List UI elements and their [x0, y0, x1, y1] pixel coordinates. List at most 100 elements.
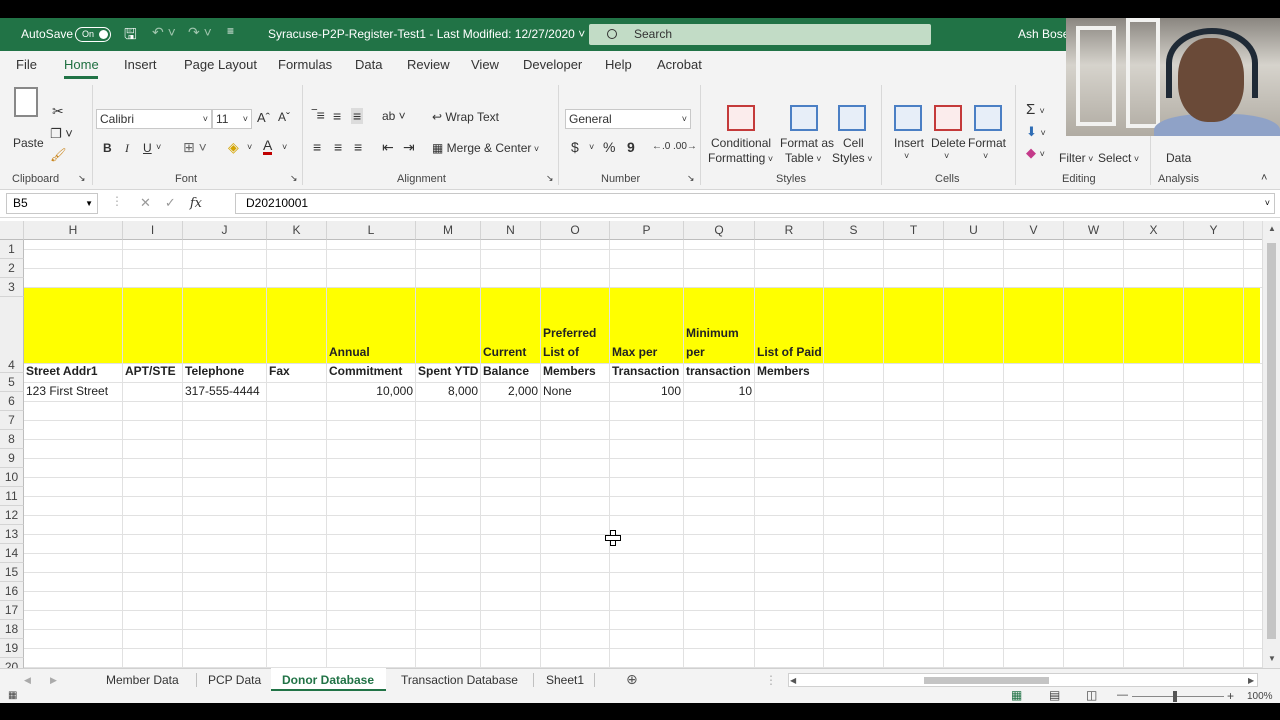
row-header[interactable]: 9 — [0, 449, 24, 468]
name-box[interactable]: B5 ▼ — [6, 193, 98, 214]
header-street-addr[interactable]: Street Addr1 — [26, 362, 98, 381]
cell-annual-commitment[interactable]: 10,000 — [327, 382, 413, 401]
cut-icon[interactable]: ✂ — [52, 103, 64, 120]
chevron-down-icon[interactable]: ˅ — [904, 151, 909, 161]
tab-review[interactable]: Review — [407, 57, 450, 72]
font-name-box[interactable]: Calibri ˅ — [96, 109, 212, 129]
tab-home[interactable]: Home — [64, 57, 99, 72]
tab-insert[interactable]: Insert — [124, 57, 157, 72]
row-header[interactable]: 2 — [0, 259, 24, 278]
tab-page-layout[interactable]: Page Layout — [184, 57, 257, 72]
increase-font-icon[interactable]: Aˆ — [257, 110, 270, 125]
zoom-level[interactable]: 100% — [1247, 691, 1273, 702]
copy-icon[interactable]: ❐ ˅ — [50, 126, 73, 142]
column-header-o[interactable]: O — [541, 221, 610, 240]
formula-input[interactable]: D20210001 ˅ — [235, 193, 1275, 214]
font-color-icon[interactable]: A — [263, 138, 273, 155]
tab-formulas[interactable]: Formulas — [278, 57, 332, 72]
sheet-tab-pcp-data[interactable]: PCP Data — [208, 673, 261, 687]
bold-button[interactable]: B — [103, 141, 112, 155]
decrease-indent-icon[interactable]: ⇤ — [382, 139, 394, 156]
row-header[interactable]: 7 — [0, 411, 24, 430]
percent-button[interactable]: % — [603, 139, 615, 155]
insert-function-icon[interactable]: fx — [190, 196, 202, 211]
horizontal-scroll-thumb[interactable] — [924, 677, 1049, 684]
column-header-y[interactable]: Y — [1184, 221, 1244, 240]
align-center-icon[interactable]: ≡ — [334, 139, 342, 155]
column-header-p[interactable]: P — [610, 221, 684, 240]
header-paid-line1[interactable]: List of Paid — [757, 343, 822, 362]
chevron-down-icon[interactable]: ˅ — [944, 151, 949, 161]
tab-splitter-icon[interactable]: ⋮ — [765, 673, 777, 687]
number-format-box[interactable]: General ˅ — [565, 109, 691, 129]
redo-icon[interactable]: ↷ ˅ — [188, 24, 212, 41]
cell-min-per-transaction[interactable]: 10 — [684, 382, 752, 401]
chevron-down-icon[interactable]: ˅ — [282, 142, 287, 152]
column-header-n[interactable]: N — [481, 221, 541, 240]
decrease-font-icon[interactable]: Aˇ — [278, 110, 290, 124]
row-header[interactable]: 15 — [0, 563, 24, 582]
alignment-launcher-icon[interactable]: ↘ — [546, 173, 554, 184]
enter-icon[interactable]: ✓ — [165, 195, 190, 210]
find-select-button[interactable]: Select ˅ — [1098, 151, 1139, 165]
top-align-icon[interactable]: ‾≡ — [312, 107, 325, 123]
cell-current-balance[interactable]: 2,000 — [481, 382, 538, 401]
page-break-view-icon[interactable]: ◫ — [1086, 688, 1097, 702]
column-header-m[interactable]: M — [416, 221, 481, 240]
format-painter-icon[interactable]: 🖌 — [50, 147, 67, 163]
sheet-tab-member-data[interactable]: Member Data — [106, 673, 179, 687]
column-header-r[interactable]: R — [755, 221, 824, 240]
zoom-slider-thumb[interactable] — [1173, 691, 1177, 702]
header-min-line3[interactable]: transaction — [686, 362, 751, 381]
collapse-ribbon-icon[interactable]: ˄ — [1261, 172, 1267, 184]
tab-help[interactable]: Help — [605, 57, 632, 72]
column-header-h[interactable]: H — [24, 221, 123, 240]
sort-filter-button[interactable]: Filter ˅ — [1059, 151, 1093, 165]
decrease-decimal-icon[interactable]: .00→ — [673, 141, 697, 152]
row-header[interactable]: 1 — [0, 240, 24, 259]
add-sheet-icon[interactable]: ⊕ — [626, 671, 638, 688]
cell-street[interactable]: 123 First Street — [26, 382, 108, 401]
font-size-box[interactable]: 11 ˅ — [212, 109, 252, 129]
row-header[interactable]: 8 — [0, 430, 24, 449]
column-header-k[interactable]: K — [267, 221, 327, 240]
italic-button[interactable]: I — [125, 141, 129, 156]
header-preferred-line3[interactable]: Members — [543, 362, 596, 381]
comma-button[interactable]: 9 — [627, 139, 635, 155]
row-header[interactable]: 6 — [0, 392, 24, 411]
column-header-w[interactable]: W — [1064, 221, 1124, 240]
sheet-tab-donor-database[interactable]: Donor Database — [282, 673, 374, 687]
cell-telephone[interactable]: 317-555-4444 — [185, 382, 260, 401]
paste-button[interactable]: Paste — [13, 136, 44, 150]
delete-cells-button[interactable]: Delete — [931, 136, 966, 150]
header-min-line1[interactable]: Minimum — [686, 324, 739, 343]
header-paid-line2[interactable]: Members — [757, 362, 810, 381]
fill-color-icon[interactable]: ◈ — [228, 139, 239, 156]
format-as-table-line1[interactable]: Format as — [780, 136, 834, 150]
underline-button[interactable]: U — [143, 141, 152, 155]
next-sheet-icon[interactable]: ▶ — [50, 675, 57, 686]
column-header-v[interactable]: V — [1004, 221, 1064, 240]
column-header-j[interactable]: J — [183, 221, 267, 240]
zoom-in-icon[interactable]: + — [1227, 689, 1234, 703]
zoom-slider[interactable] — [1132, 696, 1224, 697]
clipboard-launcher-icon[interactable]: ↘ — [78, 173, 86, 184]
paste-icon[interactable] — [14, 87, 38, 117]
tab-view[interactable]: View — [471, 57, 499, 72]
cell-spent-ytd[interactable]: 8,000 — [416, 382, 478, 401]
cell-max-per-transaction[interactable]: 100 — [610, 382, 681, 401]
scroll-left-icon[interactable]: ◀ — [790, 676, 796, 685]
column-header-q[interactable]: Q — [684, 221, 755, 240]
row-header[interactable]: 16 — [0, 582, 24, 601]
chevron-down-icon[interactable]: ˅ — [589, 142, 594, 152]
vertical-scrollbar[interactable]: ▲ ▼ — [1262, 221, 1280, 668]
vertical-scroll-thumb[interactable] — [1267, 243, 1276, 639]
chevron-down-icon[interactable]: ˅ — [247, 142, 252, 152]
header-preferred-line2[interactable]: List of — [543, 343, 579, 362]
tab-developer[interactable]: Developer — [523, 57, 582, 72]
sheet-tab-sheet1[interactable]: Sheet1 — [546, 673, 584, 687]
tab-file[interactable]: File — [16, 57, 37, 72]
font-launcher-icon[interactable]: ↘ — [290, 173, 298, 184]
header-annual-line2[interactable]: Commitment — [329, 362, 402, 381]
header-fax[interactable]: Fax — [269, 362, 290, 381]
